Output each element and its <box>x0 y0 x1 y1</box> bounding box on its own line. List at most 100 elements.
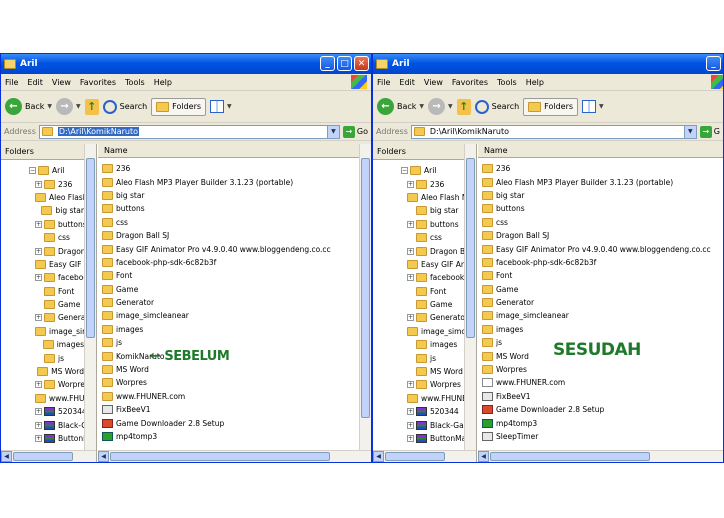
scroll-left-arrow-icon[interactable]: ◀ <box>478 451 489 462</box>
chevron-down-icon[interactable]: ▼ <box>683 125 696 138</box>
menu-favorites[interactable]: Favorites <box>80 78 116 87</box>
tree-item[interactable]: +520344 <box>373 405 464 418</box>
file-list-item[interactable]: Game Downloader 2.8 Setup <box>102 416 359 429</box>
scroll-thumb[interactable] <box>361 158 370 418</box>
expand-icon[interactable]: + <box>407 180 414 188</box>
tree-item[interactable]: Easy GIF Animat <box>1 258 84 271</box>
tree-item[interactable]: + Dragon Ball SJ <box>1 244 84 257</box>
scroll-left-arrow-icon[interactable]: ◀ <box>1 451 12 462</box>
file-list-item[interactable]: Font <box>482 269 711 282</box>
scroll-left-arrow-icon[interactable]: ◀ <box>373 451 384 462</box>
menu-edit[interactable]: Edit <box>399 78 415 87</box>
chevron-down-icon[interactable]: ▼ <box>76 103 81 110</box>
tree-item[interactable]: js <box>1 351 84 364</box>
search-button[interactable]: Search <box>102 99 147 114</box>
file-list-item[interactable]: buttons <box>102 202 359 215</box>
expand-icon[interactable]: + <box>35 180 42 188</box>
file-list-item[interactable]: Game Downloader 2.8 Setup <box>482 403 711 416</box>
file-list-item[interactable]: Dragon Ball SJ <box>482 229 711 242</box>
file-list-item[interactable]: www.FHUNER.com <box>102 390 359 403</box>
up-folder-icon[interactable]: ↑ <box>84 98 99 115</box>
title-bar[interactable]: Aril _ □ ✕ <box>1 54 371 74</box>
tree-item[interactable]: − Aril <box>373 164 464 177</box>
back-button[interactable]: ← Back ▼ <box>5 98 52 115</box>
column-header-name[interactable]: Name <box>478 144 723 158</box>
forward-button[interactable]: → ▼ <box>428 98 453 115</box>
menu-file[interactable]: File <box>5 78 18 87</box>
file-list-item[interactable]: www.FHUNER.com <box>482 376 711 389</box>
folders-button[interactable]: Folders <box>151 97 207 116</box>
tree-item[interactable]: Game <box>373 298 464 311</box>
tree-item[interactable]: big star <box>1 204 84 217</box>
expand-icon[interactable]: + <box>35 314 42 322</box>
file-list-item[interactable]: MS Word <box>102 363 359 376</box>
list-horizontal-scrollbar[interactable]: ◀ <box>98 450 371 462</box>
file-list-item[interactable]: Game <box>102 283 359 296</box>
tree-item[interactable]: css <box>1 231 84 244</box>
expand-icon[interactable]: + <box>407 220 414 228</box>
chevron-down-icon[interactable]: ▼ <box>47 103 52 110</box>
file-list-item[interactable]: Easy GIF Animator Pro v4.9.0.40 www.blog… <box>102 242 359 255</box>
tree-item[interactable]: Aleo Flash MP3 F <box>373 191 464 204</box>
tree-horizontal-scrollbar[interactable]: ◀ <box>1 450 96 462</box>
file-list-item[interactable]: 236 <box>102 162 359 175</box>
menu-tools[interactable]: Tools <box>497 78 517 87</box>
tree-item[interactable]: image_simcleane <box>373 325 464 338</box>
file-list-item[interactable]: Aleo Flash MP3 Player Builder 3.1.23 (po… <box>102 175 359 188</box>
menu-file[interactable]: File <box>377 78 390 87</box>
scroll-thumb[interactable] <box>490 452 650 461</box>
file-list-item[interactable]: big star <box>102 189 359 202</box>
expand-icon[interactable]: + <box>35 435 42 442</box>
search-button[interactable]: Search <box>474 99 519 114</box>
tree-item[interactable]: + Black-Gallery-Pre <box>373 418 464 431</box>
minimize-button[interactable]: _ <box>706 56 721 71</box>
file-list-item[interactable]: Game <box>482 283 711 296</box>
tree-item[interactable]: Font <box>373 285 464 298</box>
tree-item[interactable]: +236 <box>1 177 84 190</box>
scroll-thumb[interactable] <box>13 452 73 461</box>
tree-vertical-scrollbar[interactable] <box>84 144 96 450</box>
scroll-thumb[interactable] <box>466 158 475 338</box>
menu-help[interactable]: Help <box>154 78 172 87</box>
file-list-item[interactable]: Dragon Ball SJ <box>102 229 359 242</box>
file-list-item[interactable]: Easy GIF Animator Pro v4.9.0.40 www.blog… <box>482 242 711 255</box>
tree-item[interactable]: + buttons <box>373 218 464 231</box>
views-button[interactable]: ▼ <box>210 100 232 113</box>
scroll-left-arrow-icon[interactable]: ◀ <box>98 451 109 462</box>
tree-item[interactable]: Easy GIF Animat <box>373 258 464 271</box>
tree-item[interactable]: images <box>373 338 464 351</box>
expand-icon[interactable]: + <box>407 408 414 416</box>
tree-item[interactable]: + Dragon Ball SJ <box>373 244 464 257</box>
tree-item[interactable]: image_simcleane <box>1 325 84 338</box>
tree-item[interactable]: www.FHUNER.com <box>1 392 84 405</box>
file-list-item[interactable]: Generator <box>102 296 359 309</box>
go-button[interactable]: → Go <box>342 125 371 138</box>
file-list-item[interactable]: FixBeeV1 <box>482 390 711 403</box>
expand-icon[interactable]: + <box>35 274 42 282</box>
tree-item[interactable]: + Worpres <box>373 378 464 391</box>
scroll-thumb[interactable] <box>86 158 95 338</box>
tree-vertical-scrollbar[interactable] <box>464 144 476 450</box>
file-list-item[interactable]: Aleo Flash MP3 Player Builder 3.1.23 (po… <box>482 175 711 188</box>
expand-icon[interactable]: + <box>407 435 414 442</box>
column-header-name[interactable]: Name <box>98 144 371 158</box>
file-list-item[interactable]: mp4tomp3 <box>482 416 711 429</box>
tree-item[interactable]: css <box>373 231 464 244</box>
up-folder-icon[interactable]: ↑ <box>456 98 471 115</box>
tree-item[interactable]: + ButtonMaker <box>1 432 84 445</box>
tree-item[interactable]: MS Word <box>373 365 464 378</box>
file-list-item[interactable]: mp4tomp3 <box>102 430 359 443</box>
tree-item[interactable]: big star <box>373 204 464 217</box>
expand-icon[interactable]: + <box>407 247 414 255</box>
tree-item[interactable]: + ButtonMaker <box>373 432 464 445</box>
file-list-item[interactable]: big star <box>482 189 711 202</box>
collapse-icon[interactable]: − <box>401 167 408 175</box>
tree-item[interactable]: + Black-Gallery-Pre <box>1 418 84 431</box>
address-input[interactable]: D:\Aril\KomikNaruto ▼ <box>38 124 340 139</box>
back-button[interactable]: ← Back ▼ <box>377 98 424 115</box>
file-list-item[interactable]: facebook-php-sdk-6c82b3f <box>102 256 359 269</box>
file-list-item[interactable]: buttons <box>482 202 711 215</box>
menu-view[interactable]: View <box>424 78 443 87</box>
file-list-item[interactable]: SleepTimer <box>482 430 711 443</box>
minimize-button[interactable]: _ <box>320 56 335 71</box>
